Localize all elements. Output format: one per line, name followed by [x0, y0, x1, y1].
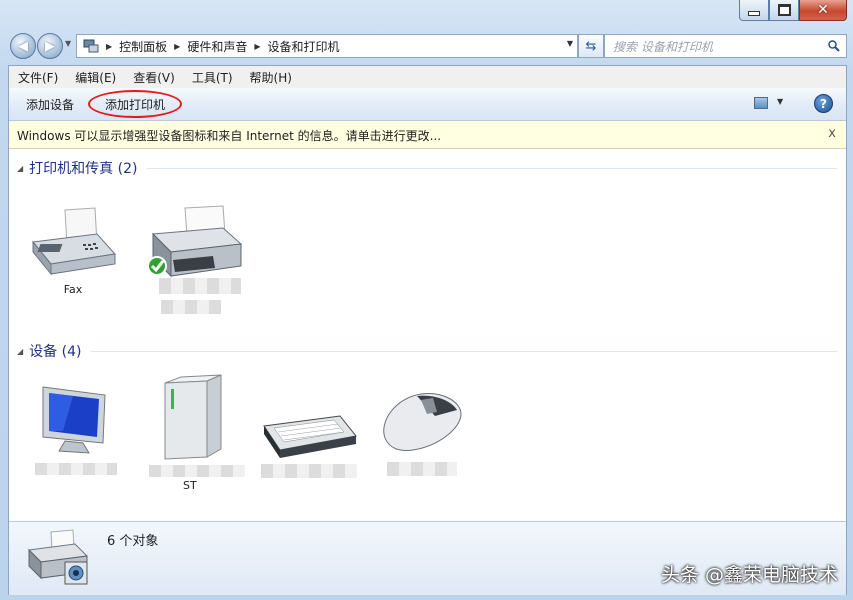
maximize-button[interactable]: [769, 0, 799, 21]
forward-button[interactable]: ▶: [37, 33, 63, 59]
device-label: Fax: [63, 283, 83, 296]
obscured-printer-name-2: [161, 300, 221, 314]
change-view-icon[interactable]: [754, 97, 768, 109]
address-dropdown[interactable]: ▼: [567, 39, 573, 48]
close-button[interactable]: ✕: [799, 0, 847, 21]
printer-status-icon: [27, 529, 89, 585]
device-monitor[interactable]: [31, 381, 121, 475]
menu-file[interactable]: 文件(F): [9, 69, 66, 86]
device-label: ST: [183, 479, 197, 492]
breadcrumb-control-panel[interactable]: 控制面板: [119, 38, 167, 55]
breadcrumb-hardware-sound[interactable]: 硬件和声音: [187, 38, 247, 55]
group-divider: [147, 167, 837, 169]
details-pane: 6 个对象 头条 @鑫荣电脑技术: [9, 521, 846, 595]
caption-buttons: ✕: [739, 0, 847, 21]
menu-tools[interactable]: 工具(T): [183, 69, 241, 86]
device-fax[interactable]: Fax: [23, 204, 123, 296]
breadcrumb-separator[interactable]: ▶: [174, 42, 180, 51]
breadcrumb-separator[interactable]: ▶: [254, 42, 260, 51]
minimize-icon: [748, 10, 760, 16]
menu-view[interactable]: 查看(V): [124, 69, 183, 86]
search-input[interactable]: 搜索 设备和打印机: [613, 38, 828, 55]
object-count: 6 个对象: [107, 534, 159, 549]
breadcrumb-devices-printers[interactable]: 设备和打印机: [268, 38, 340, 55]
search-icon[interactable]: [828, 40, 840, 52]
device-keyboard[interactable]: [259, 406, 359, 478]
device-mouse[interactable]: [377, 388, 467, 476]
group-title: 设备 (4): [29, 344, 82, 360]
info-bar-text[interactable]: Windows 可以显示增强型设备图标和来自 Internet 的信息。请单击进…: [17, 127, 441, 144]
back-button[interactable]: ◀: [10, 33, 36, 59]
help-icon[interactable]: ?: [814, 94, 833, 113]
command-bar: 添加设备 添加打印机 ▼ ?: [9, 88, 846, 121]
minimize-button[interactable]: [739, 0, 769, 21]
device-drive[interactable]: ST: [149, 371, 245, 492]
fax-icon: [32, 207, 116, 276]
close-icon: ✕: [817, 2, 829, 18]
obscured-device-name: [387, 462, 457, 476]
navigation-row: ◀ ▶ ▼ ▶ 控制面板 ▶ 硬件和声音 ▶ 设备和打印机 ▼ ⇆ 搜索 设备和…: [8, 33, 847, 59]
device-printer[interactable]: [141, 204, 251, 314]
obscured-device-name: [149, 465, 245, 477]
menu-help[interactable]: 帮助(H): [241, 69, 300, 86]
breadcrumb: 控制面板 ▶ 硬件和声音 ▶ 设备和打印机: [119, 38, 339, 55]
info-bar[interactable]: Windows 可以显示增强型设备图标和来自 Internet 的信息。请单击进…: [9, 121, 846, 149]
keyboard-icon: [263, 415, 357, 458]
add-device-button[interactable]: 添加设备: [26, 96, 74, 113]
collapse-triangle-icon[interactable]: ◢: [17, 164, 23, 173]
group-header-devices[interactable]: ◢ 设备 (4): [17, 341, 837, 361]
drive-icon: [164, 374, 222, 460]
maximize-icon: [777, 4, 791, 16]
refresh-icon: ⇆: [585, 38, 597, 54]
breadcrumb-separator: ▶: [106, 41, 113, 51]
menu-edit[interactable]: 编辑(E): [66, 69, 124, 86]
address-bar[interactable]: ▶ 控制面板 ▶ 硬件和声音 ▶ 设备和打印机 ▼: [76, 34, 578, 58]
mouse-icon: [383, 393, 462, 451]
explorer-window: ✕ ◀ ▶ ▼ ▶ 控制面板 ▶ 硬件和声音 ▶ 设备和打印机 ▼ ⇆ 搜索 设…: [0, 0, 853, 600]
menu-bar: 文件(F) 编辑(E) 查看(V) 工具(T) 帮助(H): [9, 66, 846, 89]
devices-folder-icon: [83, 39, 99, 53]
obscured-printer-name: [159, 278, 241, 294]
watermark-text: 头条 @鑫荣电脑技术: [660, 564, 838, 586]
obscured-device-name: [35, 463, 117, 475]
group-divider: [91, 350, 837, 352]
group-title: 打印机和传真 (2): [29, 161, 138, 177]
obscured-device-name: [261, 464, 357, 478]
content-frame: 文件(F) 编辑(E) 查看(V) 工具(T) 帮助(H) 添加设备 添加打印机…: [8, 65, 847, 595]
collapse-triangle-icon[interactable]: ◢: [17, 347, 23, 356]
forward-arrow-icon: ▶: [45, 38, 55, 54]
info-close-icon[interactable]: x: [828, 126, 836, 141]
monitor-icon: [42, 386, 106, 454]
group-header-printers[interactable]: ◢ 打印机和传真 (2): [17, 158, 837, 178]
view-dropdown[interactable]: ▼: [777, 97, 783, 106]
highlight-circle: [88, 90, 182, 118]
recent-pages-dropdown[interactable]: ▼: [65, 39, 71, 48]
search-box[interactable]: 搜索 设备和打印机: [604, 34, 847, 58]
refresh-button[interactable]: ⇆: [578, 34, 604, 58]
printer-icon: [147, 205, 243, 278]
back-arrow-icon: ◀: [18, 38, 28, 54]
